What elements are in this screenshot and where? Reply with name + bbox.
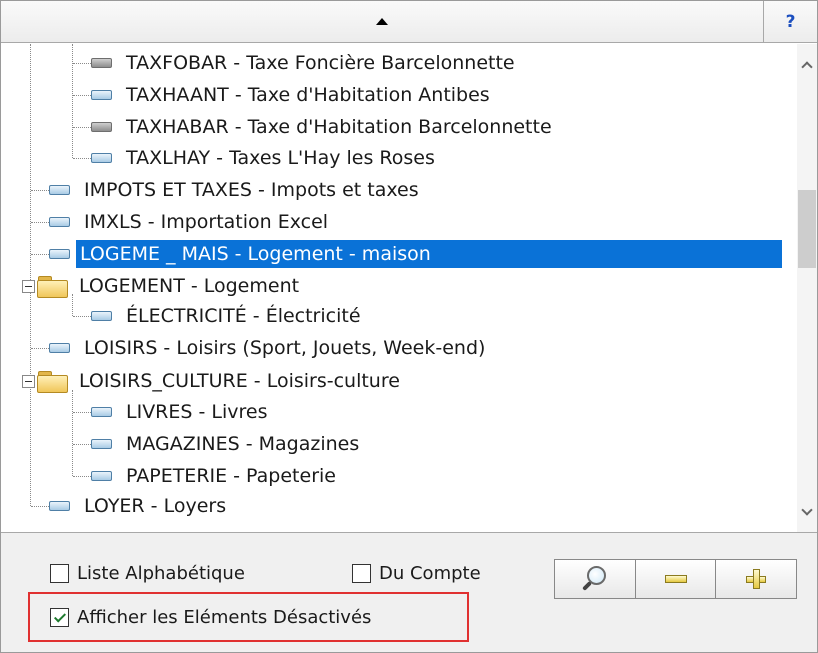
tree-item-label: LOISIRS - Loisirs (Sport, Jouets, Week-e… xyxy=(84,337,486,359)
options-panel: Liste Alphabétique Du Compte Afficher le… xyxy=(1,532,817,652)
gray-leaf-icon xyxy=(91,122,112,132)
blue-leaf-icon xyxy=(91,311,112,321)
triangle-up-icon xyxy=(376,18,388,25)
tree-item[interactable]: PAPETERIE - Papeterie xyxy=(91,460,340,492)
collapse-all-button[interactable] xyxy=(636,560,717,598)
tree-item[interactable]: LIVRES - Livres xyxy=(91,396,271,428)
blue-leaf-icon xyxy=(91,407,112,417)
magnifier-icon xyxy=(581,565,609,593)
tree-item-label: LOYER - Loyers xyxy=(84,495,227,517)
tree-connector xyxy=(31,254,49,255)
tree-connector xyxy=(73,412,91,413)
tree-item-label: TAXLHAY - Taxes L'Hay les Roses xyxy=(126,147,435,169)
folder-icon xyxy=(37,370,68,393)
blue-leaf-icon xyxy=(49,249,70,259)
show-disabled-label: Afficher les Eléments Désactivés xyxy=(77,607,372,628)
tree-connector xyxy=(73,316,91,317)
tree-item[interactable]: LOYER - Loyers xyxy=(49,490,230,522)
tree-item-label: PAPETERIE - Papeterie xyxy=(126,465,336,487)
tree-item[interactable]: IMPOTS ET TAXES - Impots et taxes xyxy=(49,174,423,206)
alphabetical-list-label: Liste Alphabétique xyxy=(77,563,245,584)
blue-leaf-icon xyxy=(49,501,70,511)
tree-item-selected[interactable]: LOGEME _ MAIS - Logement - maison xyxy=(49,238,782,270)
tree-item[interactable]: ÉLECTRICITÉ - Électricité xyxy=(91,300,365,332)
tree-connector xyxy=(73,444,91,445)
tree-item-label: LIVRES - Livres xyxy=(126,401,268,423)
tree-connector xyxy=(72,390,73,476)
tree-item-label: TAXHAANT - Taxe d'Habitation Antibes xyxy=(126,84,490,106)
tree-item[interactable]: TAXFOBAR - Taxe Foncière Barcelonnette xyxy=(91,47,519,79)
blue-leaf-icon xyxy=(91,471,112,481)
chevron-up-icon xyxy=(801,60,813,73)
show-disabled-checkbox[interactable]: Afficher les Eléments Désactivés xyxy=(50,607,371,628)
account-label: Du Compte xyxy=(379,563,481,584)
scrollbar-down-arrow[interactable] xyxy=(797,502,817,522)
tree-item-label: TAXFOBAR - Taxe Foncière Barcelonnette xyxy=(126,52,515,74)
tree-item[interactable]: LOISIRS - Loisirs (Sport, Jouets, Week-e… xyxy=(49,332,489,364)
tree-folder[interactable]: LOISIRS_CULTURE - Loisirs-culture xyxy=(22,365,404,397)
tree-item-label: ÉLECTRICITÉ - Électricité xyxy=(126,305,361,327)
tree-item-label: IMPOTS ET TAXES - Impots et taxes xyxy=(84,179,419,201)
vertical-scrollbar[interactable] xyxy=(797,44,817,532)
category-tree: TAXFOBAR - Taxe Foncière Barcelonnette T… xyxy=(1,44,817,532)
tree-folder[interactable]: LOGEMENT - Logement xyxy=(22,270,303,302)
checkbox-box[interactable] xyxy=(50,564,69,583)
checkbox-box[interactable] xyxy=(50,608,69,627)
tree-item-label: LOGEME _ MAIS - Logement - maison xyxy=(76,240,782,268)
collapse-toggle-icon[interactable] xyxy=(22,279,35,293)
tree-connector xyxy=(73,127,91,128)
tree-connector xyxy=(31,190,49,191)
scrollbar-thumb[interactable] xyxy=(798,190,816,268)
tree-item[interactable]: IMXLS - Importation Excel xyxy=(49,206,332,238)
expand-all-button[interactable] xyxy=(716,560,796,598)
top-bar: ? xyxy=(1,1,817,43)
check-mark-icon xyxy=(53,609,66,623)
collapse-toggle-icon[interactable] xyxy=(22,374,35,388)
tree-connector xyxy=(73,158,91,159)
tree-connector xyxy=(72,44,73,158)
tree-connector xyxy=(31,348,49,349)
account-checkbox[interactable]: Du Compte xyxy=(352,563,481,584)
minus-icon xyxy=(664,575,687,583)
tree-connector xyxy=(73,63,91,64)
tree-actions-toolbar xyxy=(554,559,797,599)
tree-item-label: MAGAZINES - Magazines xyxy=(126,433,360,455)
tree-item-label: LOISIRS_CULTURE - Loisirs-culture xyxy=(79,370,400,392)
checkbox-box[interactable] xyxy=(352,564,371,583)
blue-leaf-icon xyxy=(49,217,70,227)
scrollbar-up-arrow[interactable] xyxy=(797,54,817,74)
folder-icon xyxy=(37,275,68,298)
chevron-down-icon xyxy=(801,503,813,516)
blue-leaf-icon xyxy=(91,90,112,100)
tree-connector xyxy=(73,476,91,477)
blue-leaf-icon xyxy=(91,439,112,449)
tree-item[interactable]: TAXHABAR - Taxe d'Habitation Barcelonnet… xyxy=(91,111,556,143)
alphabetical-list-checkbox[interactable]: Liste Alphabétique xyxy=(50,563,245,584)
tree-item[interactable]: TAXHAANT - Taxe d'Habitation Antibes xyxy=(91,79,494,111)
blue-leaf-icon xyxy=(91,153,112,163)
plus-icon xyxy=(746,569,767,589)
tree-item[interactable]: MAGAZINES - Magazines xyxy=(91,428,363,460)
search-button[interactable] xyxy=(555,560,636,598)
tree-item[interactable]: TAXLHAY - Taxes L'Hay les Roses xyxy=(91,142,439,174)
tree-connector xyxy=(31,222,49,223)
tree-panel: ? TAXFOBAR - Taxe Foncière Barcelonnette… xyxy=(0,0,818,653)
blue-leaf-icon xyxy=(49,343,70,353)
help-button[interactable]: ? xyxy=(763,1,817,42)
tree-item-label: IMXLS - Importation Excel xyxy=(84,211,329,233)
blue-leaf-icon xyxy=(49,185,70,195)
gray-leaf-icon xyxy=(91,58,112,68)
scroll-up-button[interactable] xyxy=(1,1,763,42)
tree-item-label: LOGEMENT - Logement xyxy=(79,275,300,297)
tree-item-label: TAXHABAR - Taxe d'Habitation Barcelonnet… xyxy=(126,116,552,138)
tree-connector xyxy=(73,95,91,96)
tree-connector xyxy=(31,506,49,507)
